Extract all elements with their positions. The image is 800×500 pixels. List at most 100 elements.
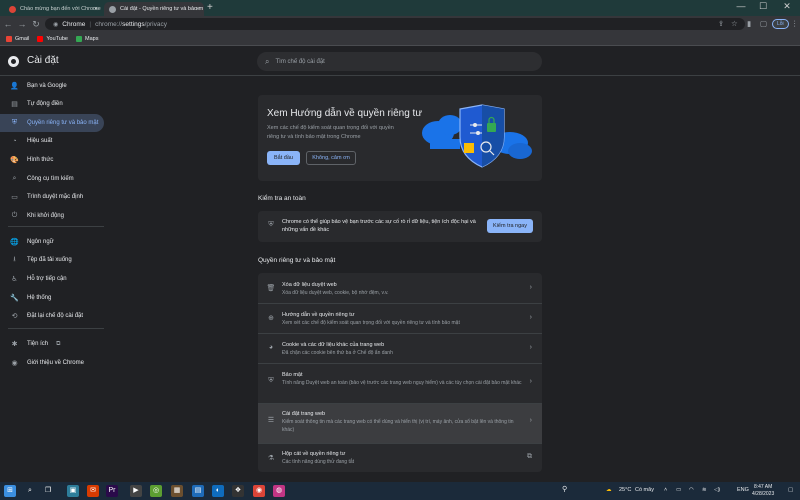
chevron-right-icon[interactable]: › xyxy=(530,417,532,424)
privacy-row[interactable]: ☰ Cài đặt trang web Kiểm soát thông tin mà… xyxy=(258,403,542,443)
app-icon-2[interactable]: ✉ xyxy=(87,485,99,497)
sidebar-item-speed[interactable]: ◔ Hiệu suất xyxy=(0,132,104,150)
open-external-icon[interactable]: ⧉ xyxy=(527,453,532,461)
notifications-icon[interactable]: ▢ xyxy=(788,487,793,493)
weather-temp[interactable]: 25°C xyxy=(619,487,631,493)
sidebar-item-reset[interactable]: ⟲ Đặt lại chế độ cài đặt xyxy=(0,307,104,325)
clock[interactable]: 8:47 AM 4/28/2023 xyxy=(752,484,774,498)
app-icon-1[interactable]: ▣ xyxy=(67,485,79,497)
sidebar-item-search[interactable]: ⌕ Công cụ tìm kiếm xyxy=(0,170,104,188)
chevron-right-icon[interactable]: › xyxy=(530,378,532,385)
menu-icon[interactable]: ⋮ xyxy=(791,19,799,28)
sidebar-item-power[interactable]: ⏻ Khi khởi động xyxy=(0,207,104,225)
chrome-icon: ◉ xyxy=(11,360,18,367)
site-info-icon[interactable]: ◉ xyxy=(53,21,58,28)
app-icon-5[interactable]: ◎ xyxy=(150,485,162,497)
sidebar-item-label: Khi khởi động xyxy=(27,213,64,219)
side-panel-icon[interactable]: ▮ xyxy=(747,19,751,28)
share-icon[interactable]: ⇪ xyxy=(718,19,724,28)
shield-icon: ⛨ xyxy=(11,119,18,126)
app-icon-3[interactable]: Pr xyxy=(106,485,118,497)
privacy-row[interactable]: ⊕ Hướng dẫn về quyền riêng tư Xem xét các … xyxy=(258,303,542,333)
search-settings[interactable]: ⌕ Tìm chế độ cài đặt xyxy=(257,52,542,71)
sidebar-item-label: Quyền riêng tư và bảo mật xyxy=(27,120,99,126)
new-tab-button[interactable]: + xyxy=(207,2,213,13)
dismiss-guide-button[interactable]: Không, cảm ơn xyxy=(306,151,356,165)
privacy-row[interactable]: ⚗ Hộp cát về quyền riêng tư Các tính năng … xyxy=(258,443,542,472)
app-icon-8[interactable]: ❖ xyxy=(232,485,244,497)
privacy-row-title: Hộp cát về quyền riêng tư xyxy=(282,451,346,457)
sidebar-item-browser[interactable]: ▭ Trình duyệt mặc định xyxy=(0,188,104,206)
sidebar-item-autofill[interactable]: ▤ Tự động điền xyxy=(0,95,104,113)
sidebar-item-chrome[interactable]: ◉ Giới thiệu về Chrome xyxy=(0,354,104,372)
chevron-right-icon[interactable]: › xyxy=(530,314,532,321)
sidebar-item-globe[interactable]: 🌐 Ngôn ngữ xyxy=(0,233,104,251)
back-button[interactable]: ← xyxy=(2,18,14,30)
sidebar-item-palette[interactable]: 🎨 Hình thức xyxy=(0,151,104,169)
search-icon[interactable]: ⌕ xyxy=(24,485,36,497)
start-guide-button[interactable]: Bắt đầu xyxy=(267,151,300,165)
bookmark-youtube[interactable]: YouTube xyxy=(37,35,68,42)
sidebar-item-label: Tệp đã tải xuống xyxy=(27,257,72,263)
bookmark-star-icon[interactable]: ☆ xyxy=(731,19,738,28)
privacy-section-heading: Quyền riêng tư và bảo mật xyxy=(258,257,336,264)
show-hidden-icons-icon[interactable]: ˄ xyxy=(664,487,667,493)
close-tab-icon[interactable]: × xyxy=(94,6,98,13)
search-input[interactable]: Tìm chế độ cài đặt xyxy=(275,59,324,65)
close-tab-icon[interactable]: × xyxy=(196,6,200,13)
wifi-icon[interactable]: ≋ xyxy=(702,487,707,493)
autofill-icon: ▤ xyxy=(11,101,18,108)
chrome-icon[interactable]: ◉ xyxy=(253,485,265,497)
sidebar-item-shield[interactable]: ⛨ Quyền riêng tư và bảo mật xyxy=(0,114,104,132)
language-indicator[interactable]: ENG xyxy=(737,487,749,493)
tray-app-icon[interactable]: ▭ xyxy=(676,487,681,493)
safety-check-text: Chrome có thể giúp bảo vệ bạn trước các … xyxy=(282,219,476,233)
volume-icon[interactable]: ◁) xyxy=(714,487,720,493)
privacy-row[interactable]: ◕ Cookie và các dữ liệu khác của trang we… xyxy=(258,333,542,363)
window-icon[interactable]: ▢ xyxy=(760,19,767,28)
sidebar-item-puzzle[interactable]: ✱ Tiện ích ⧉ xyxy=(0,335,104,353)
app-icon-6[interactable]: ▦ xyxy=(171,485,183,497)
tab-settings[interactable]: Cài đặt - Quyền riêng tư và bảo m × xyxy=(104,2,204,16)
close-window-button[interactable]: ✕ xyxy=(776,1,798,12)
reload-button[interactable]: ↻ xyxy=(30,18,42,30)
privacy-row[interactable]: ⛨ Bảo mật Tính năng Duyệt web an toàn (bảo… xyxy=(258,363,542,403)
check-now-button[interactable]: Kiểm tra ngay xyxy=(487,219,533,233)
app-icon-7[interactable]: ▤ xyxy=(192,485,204,497)
sidebar-item-person[interactable]: 👤 Bạn và Google xyxy=(0,77,104,95)
wrench-icon: 🔧 xyxy=(10,295,19,302)
person-tray-icon[interactable]: ⚲ xyxy=(562,485,567,493)
sidebar-item-wrench[interactable]: 🔧 Hệ thống xyxy=(0,289,104,307)
bookmark-label: YouTube xyxy=(46,35,68,42)
privacy-row[interactable]: 🗑 Xóa dữ liệu duyệt web Xóa dữ liệu duyệt … xyxy=(258,273,542,303)
chevron-right-icon[interactable]: › xyxy=(530,344,532,351)
bookmark-maps[interactable]: Maps xyxy=(76,35,98,42)
windows-taskbar: ⊞ ⌕ ❐ ▣ ✉ Pr ▶ ◎ ▦ ▤ ◐ ❖ ◉ ◍ ⚲ ☁ 25°C Có mây ˄ ▭ ◠ ≋ … xyxy=(0,482,800,500)
sidebar-item-download[interactable]: ⭳ Tệp đã tải xuống xyxy=(0,251,104,269)
windows-start-icon[interactable]: ⊞ xyxy=(4,485,16,497)
app-icon-9[interactable]: ◍ xyxy=(273,485,285,497)
guide-description: Xem các chế độ kiểm soát quan trọng đối … xyxy=(267,125,394,140)
bookmark-gmail[interactable]: Gmail xyxy=(6,35,29,42)
address-bar[interactable]: ◉ Chrome | chrome://settings/privacy xyxy=(45,18,745,30)
sidebar-item-label: Hỗ trợ tiếp cận xyxy=(27,276,67,282)
chevron-right-icon[interactable]: › xyxy=(530,284,532,291)
privacy-row-title: Xóa dữ liệu duyệt web xyxy=(282,282,337,288)
privacy-guide-illustration-icon xyxy=(422,104,532,168)
profile-error-button[interactable]: Lỗi xyxy=(772,19,789,29)
edge-icon[interactable]: ◐ xyxy=(212,485,224,497)
sidebar-item-label: Công cụ tìm kiếm xyxy=(27,176,74,182)
download-icon: ⭳ xyxy=(13,255,16,263)
forward-button[interactable]: → xyxy=(16,18,28,30)
privacy-row-subtitle: Xem xét các chế độ kiểm soát quan trọng … xyxy=(282,320,460,326)
app-icon-4[interactable]: ▶ xyxy=(130,485,142,497)
minimize-button[interactable]: — xyxy=(730,1,752,11)
task-view-icon[interactable]: ❐ xyxy=(42,485,54,497)
tab-welcome[interactable]: Chào mừng bạn đến với Chrome × xyxy=(4,2,102,16)
network-icon[interactable]: ◠ xyxy=(689,487,694,493)
privacy-row-subtitle: Tính năng Duyệt web an toàn (bảo vệ trướ… xyxy=(282,380,522,386)
sidebar-item-accessibility[interactable]: ♿ Hỗ trợ tiếp cận xyxy=(0,270,104,288)
maximize-button[interactable]: ☐ xyxy=(752,1,774,12)
weather-desc[interactable]: Có mây xyxy=(635,487,654,493)
search-icon: ⌕ xyxy=(265,56,270,66)
